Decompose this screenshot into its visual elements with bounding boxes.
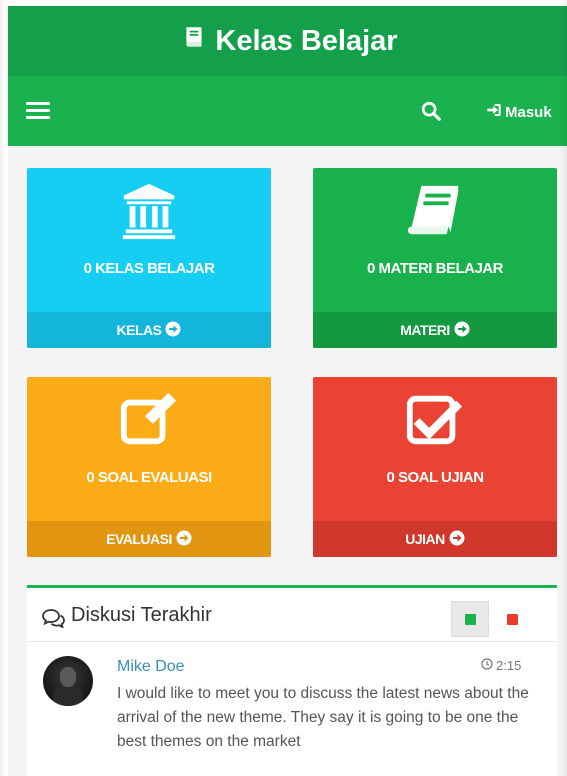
- edit-icon: [27, 389, 271, 451]
- tile-link-label: MATERI: [400, 322, 450, 338]
- tile-link-label: EVALUASI: [106, 531, 172, 547]
- avatar: [43, 656, 93, 706]
- institution-icon: [27, 180, 271, 242]
- tile-kelas: 0 KELAS BELAJAR KELAS: [27, 168, 271, 348]
- clock-icon: [481, 658, 493, 673]
- arrow-circle-right-icon: [449, 530, 465, 549]
- time-text: 2:15: [496, 658, 522, 673]
- tile-link-ujian[interactable]: UJIAN: [313, 521, 557, 557]
- tile-evaluasi: 0 SOAL EVALUASI EVALUASI: [27, 377, 271, 557]
- tile-link-materi[interactable]: MATERI: [313, 312, 557, 348]
- discussion-toggle-green[interactable]: [451, 601, 489, 637]
- tile-count: 0 SOAL UJIAN: [386, 469, 484, 486]
- discussion-toggle-red[interactable]: [493, 601, 531, 637]
- tile-link-label: UJIAN: [405, 531, 445, 547]
- search-icon[interactable]: [420, 100, 442, 122]
- app-header: Kelas Belajar: [8, 6, 567, 76]
- author-link[interactable]: Mike Doe: [117, 658, 185, 676]
- tile-count: 0 SOAL EVALUASI: [86, 469, 212, 486]
- sign-in-icon: [486, 102, 502, 122]
- arrow-circle-right-icon: [165, 321, 181, 340]
- tile-link-kelas[interactable]: KELAS: [27, 312, 271, 348]
- brand[interactable]: Kelas Belajar: [181, 24, 398, 58]
- book-icon: [181, 24, 207, 58]
- dashboard-content: 0 KELAS BELAJAR KELAS 0 MATERI BELAJAR M…: [8, 146, 567, 776]
- navbar: Masuk: [8, 76, 567, 146]
- book-icon: [313, 180, 557, 242]
- tile-count: 0 KELAS BELAJAR: [83, 260, 215, 277]
- arrow-circle-right-icon: [454, 321, 470, 340]
- list-item: Mike Doe 2:15 I would like to meet you t…: [27, 642, 557, 776]
- discussion-header: Diskusi Terakhir: [27, 588, 557, 642]
- hamburger-icon[interactable]: [26, 102, 50, 120]
- tile-count: 0 MATERI BELAJAR: [367, 260, 503, 277]
- discussion-panel: Diskusi Terakhir Mike Doe 2:15 I would l…: [27, 585, 557, 776]
- message-text: I would like to meet you to discuss the …: [117, 685, 529, 750]
- comments-icon: [41, 608, 65, 629]
- tile-link-evaluasi[interactable]: EVALUASI: [27, 521, 271, 557]
- app-title: Kelas Belajar: [215, 24, 398, 57]
- timestamp: 2:15: [481, 658, 521, 673]
- tile-materi: 0 MATERI BELAJAR MATERI: [313, 168, 557, 348]
- check-square-icon: [313, 389, 557, 451]
- discussion-title: Diskusi Terakhir: [71, 604, 212, 626]
- login-button[interactable]: Masuk: [486, 102, 552, 122]
- login-label: Masuk: [505, 103, 552, 121]
- arrow-circle-right-icon: [176, 530, 192, 549]
- tile-ujian: 0 SOAL UJIAN UJIAN: [313, 377, 557, 557]
- tile-link-label: KELAS: [116, 322, 162, 338]
